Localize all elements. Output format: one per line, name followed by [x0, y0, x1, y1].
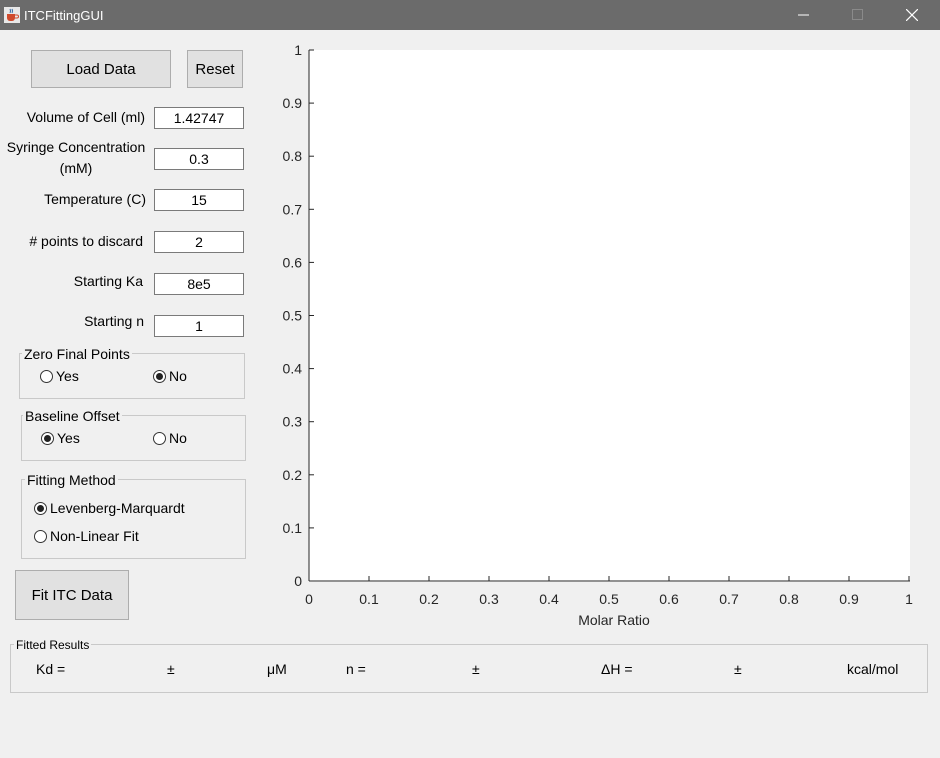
x-tick-label: 0.9 — [839, 591, 859, 607]
x-tick-label: 0.8 — [779, 591, 799, 607]
y-tick-label: 0.6 — [283, 254, 303, 270]
n-plusminus: ± — [472, 661, 480, 677]
minimize-icon — [798, 14, 809, 16]
y-tick-label: 0.2 — [283, 467, 303, 483]
y-tick-label: 0.3 — [283, 414, 303, 430]
fitted-results-panel — [10, 644, 928, 693]
x-tick-label: 0.2 — [419, 591, 439, 607]
dh-label: ΔH = — [601, 661, 633, 677]
x-tick-label: 0.7 — [719, 591, 739, 607]
minimize-button[interactable] — [781, 0, 827, 30]
y-tick-label: 0.4 — [283, 361, 303, 377]
java-cup-icon — [4, 7, 20, 23]
y-tick-label: 0.8 — [283, 148, 303, 164]
close-button[interactable] — [889, 0, 935, 30]
x-tick-label: 0.6 — [659, 591, 679, 607]
window-title: ITCFittingGUI — [24, 8, 104, 23]
maximize-button[interactable] — [835, 0, 881, 30]
y-tick-label: 0.1 — [283, 520, 303, 536]
kd-label: Kd = — [36, 661, 66, 677]
x-tick-label: 0 — [305, 591, 313, 607]
y-tick-label: 1 — [294, 42, 302, 58]
close-icon — [906, 9, 918, 21]
main-panel: Load Data Reset Volume of Cell (ml) Syri… — [0, 30, 940, 758]
x-tick-label: 1 — [905, 591, 913, 607]
x-tick-label: 0.3 — [479, 591, 499, 607]
dh-unit: kcal/mol — [847, 661, 899, 677]
x-axis-label: Molar Ratio — [578, 612, 650, 628]
x-tick-label: 0.1 — [359, 591, 379, 607]
fitted-results-title: Fitted Results — [14, 638, 92, 652]
y-tick-label: 0.5 — [283, 308, 303, 324]
n-label: n = — [346, 661, 366, 677]
plot-axes: 0 0.1 0.2 0.3 0.4 0.5 0.6 0.7 0.8 0.9 1 0 0.1 0.2 0.3 0… — [283, 42, 914, 628]
dh-plusminus: ± — [734, 661, 742, 677]
y-tick-label: 0.9 — [283, 95, 303, 111]
kd-unit: μM — [267, 661, 287, 677]
y-tick-label: 0.7 — [283, 201, 303, 217]
maximize-icon — [852, 9, 863, 20]
y-tick-label: 0 — [294, 573, 302, 589]
x-tick-label: 0.5 — [599, 591, 619, 607]
title-bar: ITCFittingGUI — [0, 0, 940, 30]
kd-plusminus: ± — [167, 661, 175, 677]
x-tick-label: 0.4 — [539, 591, 559, 607]
